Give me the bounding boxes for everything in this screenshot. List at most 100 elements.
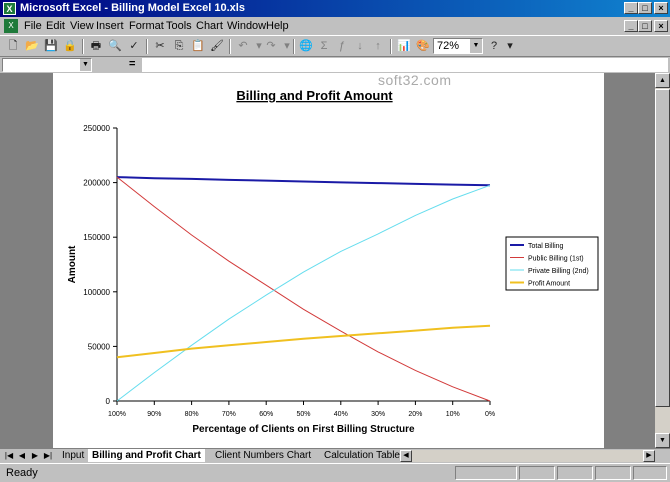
x-tick-label: 70% [222,411,236,418]
undo-icon[interactable]: ↶ [235,38,251,54]
x-tick-label: 60% [259,411,273,418]
x-tick-label: 10% [446,411,460,418]
doc-minimize-button[interactable]: _ [624,20,638,32]
menu-tools[interactable]: Tools [166,20,192,33]
menu-view[interactable]: View [70,20,94,33]
excel-app-icon[interactable]: X [3,2,16,15]
legend-label: Public Billing (1st) [528,256,584,263]
print-preview-icon[interactable]: 🔍 [107,38,123,54]
chart[interactable]: Billing and Profit Amount 0 50000 100000 150… [53,73,604,448]
autosum-icon[interactable]: Σ [316,38,332,54]
scroll-thumb[interactable] [655,89,670,407]
menu-chart[interactable]: Chart [196,20,223,33]
chevron-down-icon[interactable]: ▼ [470,39,482,53]
menu-edit[interactable]: Edit [46,20,65,33]
maximize-button[interactable]: □ [638,2,652,14]
sheet-tab-bar: |◀ ◀ ▶ ▶| Input Billing and Profit Chart… [0,448,670,463]
standard-toolbar: 🗋 📂 💾 🔒 🖶 🔍 ✓ ✂ ⎘ 📋 🖌 ↶ ▾ ↷ ▾ 🌐 Σ ƒ ↓ ↑ … [0,35,670,57]
x-tick-label: 50% [296,411,310,418]
y-axis-label: Amount [67,245,78,283]
scroll-down-icon[interactable]: ▼ [655,433,670,448]
last-sheet-icon[interactable]: ▶| [42,450,54,462]
menu-insert[interactable]: Insert [96,20,124,33]
paste-icon[interactable]: 📋 [190,38,206,54]
toolbar-options-icon[interactable]: ▾ [502,38,518,54]
permission-icon[interactable]: 🔒 [62,38,78,54]
x-tick-label: 20% [408,411,422,418]
scroll-up-icon[interactable]: ▲ [655,73,670,88]
x-tick-label: 30% [371,411,385,418]
watermark: soft32.com [378,72,452,88]
sort-ascending-icon[interactable]: ↓ [352,38,368,54]
formula-input[interactable] [142,58,668,72]
menu-file[interactable]: File [24,20,42,33]
formula-bar: ▼ = [0,57,670,73]
x-tick-label: 40% [334,411,348,418]
x-axis-label: Percentage of Clients on First Billing S… [192,424,415,435]
menu-format[interactable]: Format [129,20,164,33]
scroll-right-icon[interactable]: ▶ [643,450,655,462]
open-icon[interactable]: 📂 [24,38,40,54]
chevron-down-icon[interactable]: ▼ [80,59,91,71]
status-text: Ready [6,467,38,479]
scroll-left-icon[interactable]: ◀ [400,450,412,462]
workbook-area: Billing and Profit Amount 0 50000 100000 150… [0,73,655,448]
vertical-scrollbar[interactable]: ▲ ▼ [655,73,670,448]
toolbar-separator [146,39,148,54]
chart-sheet[interactable]: Billing and Profit Amount 0 50000 100000 150… [53,73,604,448]
copy-icon[interactable]: ⎘ [171,38,187,54]
print-icon[interactable]: 🖶 [88,38,104,54]
x-tick-label: 80% [185,411,199,418]
chart-wizard-icon[interactable]: 📊 [396,38,412,54]
y-tick-label: 0 [106,397,111,406]
tab-billing-and-profit-chart[interactable]: Billing and Profit Chart [88,449,205,462]
series-line-2 [116,184,491,402]
legend-label: Profit Amount [528,281,570,288]
name-box[interactable]: ▼ [2,58,92,72]
y-tick-label: 150000 [83,233,110,242]
status-cell [455,466,517,480]
equals-icon[interactable]: = [129,58,135,70]
prev-sheet-icon[interactable]: ◀ [16,450,28,462]
cut-icon[interactable]: ✂ [152,38,168,54]
x-tick-label: 0% [485,411,495,418]
doc-restore-button[interactable]: □ [638,20,652,32]
menu-help[interactable]: Help [266,20,289,33]
zoom-select[interactable]: 72% ▼ [433,38,483,54]
legend-label: Total Billing [528,243,564,250]
document-icon[interactable]: X [4,19,18,33]
next-sheet-icon[interactable]: ▶ [29,450,41,462]
function-icon[interactable]: ƒ [334,38,350,54]
close-button[interactable]: × [654,2,668,14]
minimize-button[interactable]: _ [624,2,638,14]
horizontal-scrollbar[interactable]: ◀ ▶ [400,450,655,462]
tab-calculation-table[interactable]: Calculation Table [320,449,404,462]
first-sheet-icon[interactable]: |◀ [3,450,15,462]
y-tick-label: 200000 [83,179,110,188]
y-tick-label: 50000 [88,342,111,351]
x-tick-label: 100% [108,411,126,418]
redo-icon[interactable]: ↷ [263,38,279,54]
save-icon[interactable]: 💾 [43,38,59,54]
status-bar: Ready [0,463,670,482]
legend-label: Private Billing (2nd) [528,268,589,275]
spelling-icon[interactable]: ✓ [126,38,142,54]
sort-descending-icon[interactable]: ↑ [370,38,386,54]
doc-close-button[interactable]: × [654,20,668,32]
hyperlink-icon[interactable]: 🌐 [298,38,314,54]
toolbar-separator [390,39,392,54]
status-cell [633,466,667,480]
zoom-value: 72% [437,40,460,52]
menu-window[interactable]: Window [227,20,266,33]
title-bar: X Microsoft Excel - Billing Model Excel … [0,0,670,17]
format-painter-icon[interactable]: 🖌 [209,38,225,54]
help-icon[interactable]: ? [486,38,502,54]
tab-input[interactable]: Input [58,449,88,462]
tab-client-numbers-chart[interactable]: Client Numbers Chart [211,449,315,462]
series-line-1 [116,176,491,402]
y-tick-label: 250000 [83,124,110,133]
new-icon[interactable]: 🗋 [5,38,21,54]
drawing-icon[interactable]: 🎨 [415,38,431,54]
menu-bar: X File Edit View Insert Format Tools Cha… [0,17,670,35]
toolbar-separator [82,39,84,54]
